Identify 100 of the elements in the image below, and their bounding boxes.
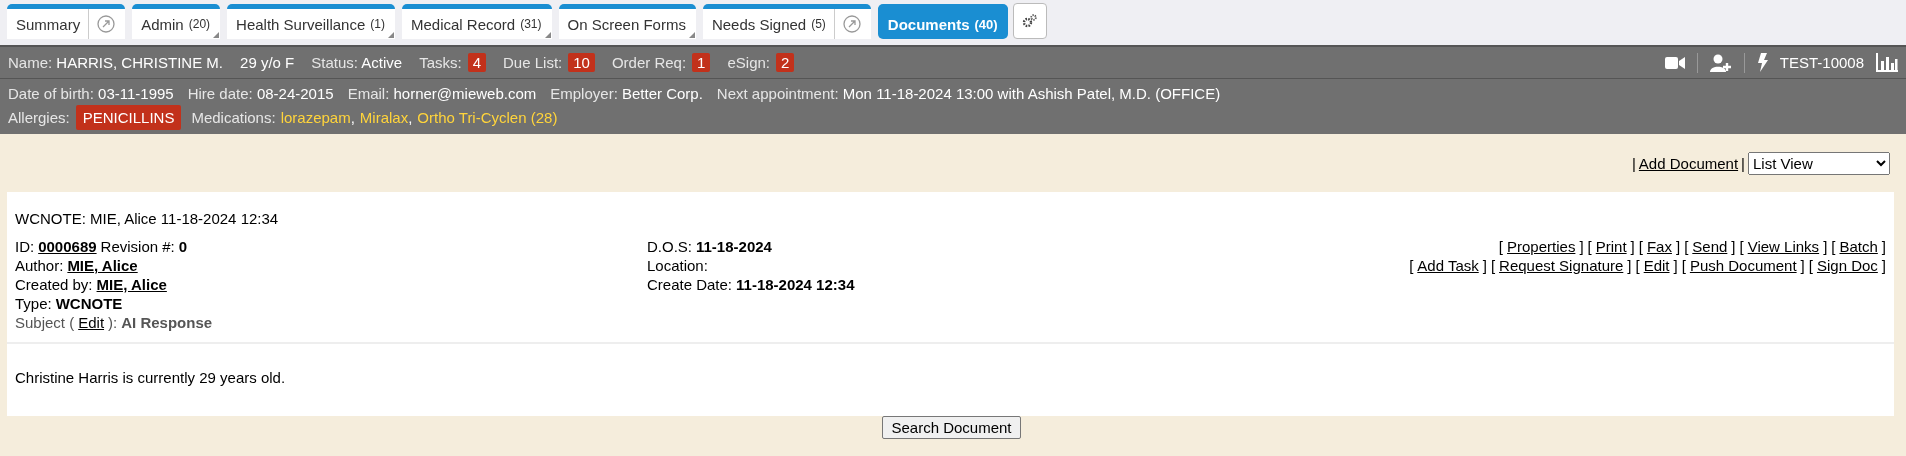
- bracket: ]: [1675, 237, 1681, 256]
- action-link[interactable]: Send: [1692, 237, 1728, 256]
- field-label: Employer:: [550, 85, 618, 102]
- field-label: Name:: [8, 54, 53, 71]
- tab[interactable]: Summary: [7, 4, 126, 39]
- field-label: Order Req:: [611, 54, 687, 71]
- field-label: Email:: [347, 85, 390, 102]
- field-value: Better Corp.: [622, 85, 703, 102]
- field-label: Created by:: [15, 275, 93, 294]
- action-link[interactable]: Batch: [1839, 237, 1878, 256]
- action-link[interactable]: View Links: [1747, 237, 1820, 256]
- count-badge[interactable]: 10: [568, 53, 595, 72]
- edit-link[interactable]: Edit: [78, 313, 105, 332]
- medication-link[interactable]: lorazepam: [280, 106, 351, 129]
- medication-link[interactable]: Ortho Tri-Cyclen (28): [417, 106, 558, 129]
- corner-icon: [688, 32, 695, 38]
- bracket: [: [1681, 256, 1686, 275]
- separator: ,: [408, 108, 413, 128]
- field-label: Hire date:: [187, 85, 253, 102]
- field-label: ID:: [15, 237, 35, 256]
- bracket: [: [1808, 256, 1813, 275]
- field-label: ):: [108, 313, 118, 332]
- bar-chart-icon[interactable]: [1876, 53, 1898, 72]
- separator: ,: [350, 108, 355, 128]
- field-value: 03-11-1995: [98, 85, 174, 102]
- bracket: ]: [1482, 256, 1487, 275]
- count-badge[interactable]: 1: [692, 53, 711, 72]
- document-title: WCNOTE: MIE, Alice 11-18-2024 12:34: [14, 210, 280, 229]
- field-value: 11-18-2024 12:34: [736, 275, 855, 294]
- video-icon[interactable]: [1664, 55, 1685, 70]
- bracket: [: [1409, 256, 1414, 275]
- add-document-link[interactable]: Add Document: [1638, 155, 1739, 172]
- field-label: Due List:: [503, 54, 563, 71]
- bracket: ]: [1881, 237, 1886, 256]
- bracket: ]: [1579, 237, 1584, 256]
- action-link[interactable]: Print: [1595, 237, 1627, 256]
- gears-icon: [1021, 13, 1038, 29]
- field-label: eSign:: [727, 54, 770, 71]
- search-document-button[interactable]: Search Document: [882, 416, 1021, 439]
- tab[interactable]: Documents (40): [877, 4, 1008, 39]
- field-link[interactable]: MIE, Alice: [96, 275, 167, 294]
- add-user-icon[interactable]: [1709, 53, 1732, 72]
- field-link[interactable]: MIE, Alice: [67, 256, 138, 275]
- field-label: Author:: [15, 256, 64, 275]
- action-link[interactable]: Fax: [1646, 237, 1672, 256]
- patient-id: TEST-10008: [1779, 54, 1864, 71]
- bracket: ]: [1731, 237, 1736, 256]
- field-value: WCNOTE: [55, 294, 123, 313]
- field-label: Medications:: [191, 108, 276, 128]
- bracket: ]: [1881, 256, 1886, 275]
- field-link[interactable]: 0000689: [38, 237, 97, 256]
- corner-icon: [213, 32, 220, 38]
- lightning-icon[interactable]: [1756, 53, 1768, 72]
- tab[interactable]: Admin (20): [132, 4, 221, 39]
- count-badge[interactable]: 2: [776, 53, 795, 72]
- separator: |: [1631, 155, 1636, 172]
- bracket: ]: [1627, 256, 1632, 275]
- action-link[interactable]: Sign Doc: [1816, 256, 1878, 275]
- action-link[interactable]: Edit: [1643, 256, 1670, 275]
- popout-icon[interactable]: [842, 15, 861, 33]
- field-value: 11-18-2024: [696, 237, 772, 256]
- document-text: Christine Harris is currently 29 years old.: [14, 368, 287, 388]
- bracket: [: [1638, 237, 1643, 256]
- field-label: D.O.S:: [647, 237, 692, 256]
- corner-icon: [544, 32, 551, 38]
- settings-button[interactable]: [1012, 3, 1047, 39]
- tab[interactable]: Health Surveillance (1): [227, 4, 395, 39]
- field-value: 0: [178, 237, 188, 256]
- action-link[interactable]: Push Document: [1689, 256, 1797, 275]
- count-badge[interactable]: 4: [467, 53, 486, 72]
- field-value: 08-24-2015: [256, 85, 334, 102]
- field-label: Location:: [647, 256, 708, 275]
- field-label: Subject (: [15, 313, 75, 332]
- action-link[interactable]: Add Task: [1417, 256, 1479, 275]
- field-value: Active: [361, 54, 403, 71]
- bracket: [: [1684, 237, 1689, 256]
- tab[interactable]: On Screen Forms: [558, 4, 696, 39]
- bracket: ]: [1673, 256, 1678, 275]
- bracket: ]: [1823, 237, 1828, 256]
- field-label: Status:: [311, 54, 358, 71]
- view-dropdown[interactable]: List View: [1748, 152, 1890, 175]
- age-sex: 29 y/o F: [240, 54, 295, 71]
- allergy-badge: PENICILLINS: [75, 105, 182, 130]
- bracket: [: [1490, 256, 1496, 275]
- bracket: [: [1635, 256, 1640, 275]
- separator: |: [1741, 155, 1745, 172]
- bracket: ]: [1800, 256, 1805, 275]
- field-label: Type:: [15, 294, 52, 313]
- action-link[interactable]: Request Signature: [1499, 256, 1624, 275]
- popout-icon[interactable]: [97, 15, 116, 33]
- bracket: [: [1739, 237, 1744, 256]
- tab[interactable]: Medical Record (31): [402, 4, 552, 39]
- bracket: [: [1587, 237, 1592, 256]
- tab[interactable]: Needs Signed (5): [702, 4, 871, 39]
- field-label: Tasks:: [419, 54, 462, 71]
- field-value: HARRIS, CHRISTINE M.: [56, 54, 224, 71]
- action-link[interactable]: Properties: [1507, 237, 1576, 256]
- bracket: [: [1498, 237, 1504, 256]
- field-label: Date of birth:: [8, 85, 94, 102]
- field-label: Create Date:: [647, 275, 733, 294]
